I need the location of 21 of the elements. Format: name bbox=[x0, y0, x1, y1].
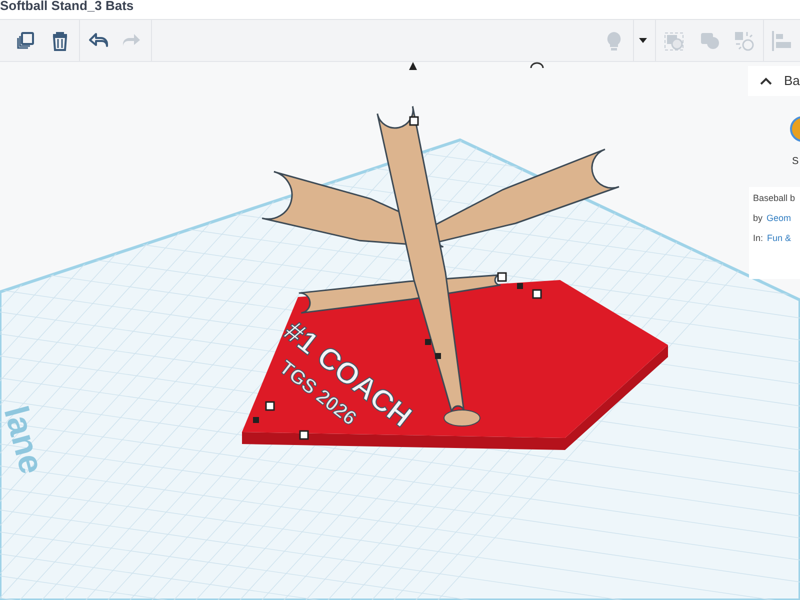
resize-handle[interactable] bbox=[532, 289, 542, 299]
workplane-label: lane bbox=[0, 402, 51, 478]
resize-handle[interactable] bbox=[409, 116, 419, 126]
author-link[interactable]: Geom bbox=[766, 211, 792, 225]
resize-handle[interactable] bbox=[299, 430, 309, 440]
category-link[interactable]: Fun & bbox=[767, 231, 792, 245]
thumbnail-caption: S bbox=[792, 155, 799, 169]
resize-handle[interactable] bbox=[265, 401, 275, 411]
caret-down-icon bbox=[638, 38, 646, 43]
design-title: Baseball b bbox=[753, 192, 796, 205]
panel-header[interactable]: Ba bbox=[748, 66, 800, 96]
align-left-icon bbox=[771, 30, 793, 52]
author-prefix: by bbox=[753, 212, 763, 225]
window-title: Softball Stand_3 Bats bbox=[0, 0, 134, 15]
group-icon bbox=[663, 30, 685, 52]
duplicate-icon bbox=[15, 30, 37, 52]
ungroup-icon bbox=[732, 30, 754, 52]
category-prefix: In: bbox=[753, 232, 764, 245]
resize-handle[interactable] bbox=[497, 272, 507, 282]
chevron-up-icon bbox=[760, 77, 772, 85]
height-arrow-icon[interactable] bbox=[409, 62, 417, 70]
